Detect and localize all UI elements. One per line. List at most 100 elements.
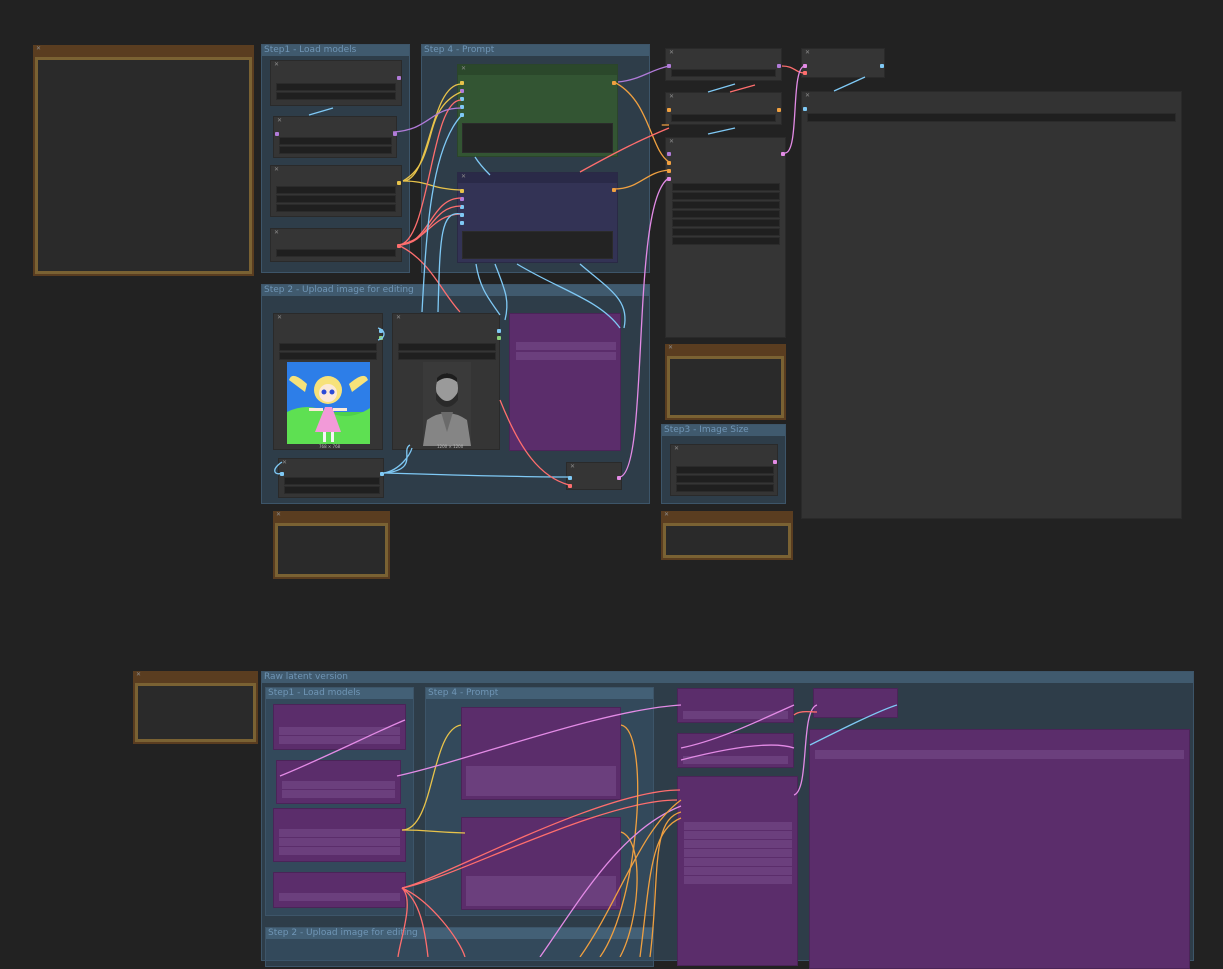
- node-field[interactable]: [684, 831, 792, 839]
- close-icon[interactable]: ✕: [669, 50, 674, 56]
- model-select[interactable]: [276, 83, 396, 91]
- close-icon[interactable]: ✕: [276, 512, 281, 518]
- save-image-node[interactable]: ✕: [801, 91, 1182, 519]
- width-field[interactable]: [676, 466, 774, 474]
- node-field[interactable]: [684, 849, 792, 857]
- muted-node-step2[interactable]: [509, 313, 621, 451]
- node-field[interactable]: [282, 790, 395, 798]
- lora-strength[interactable]: [279, 146, 392, 154]
- close-icon[interactable]: ✕: [669, 139, 674, 145]
- node-field[interactable]: [279, 838, 400, 846]
- close-icon[interactable]: ✕: [805, 50, 810, 56]
- output-socket[interactable]: [497, 336, 501, 340]
- empty-latent-node[interactable]: ✕: [670, 444, 778, 496]
- input-socket[interactable]: [667, 161, 671, 165]
- input-socket[interactable]: [803, 107, 807, 111]
- vae-loader-node[interactable]: ✕: [270, 228, 402, 262]
- upload-button[interactable]: [279, 352, 377, 360]
- output-socket[interactable]: [773, 460, 777, 464]
- close-icon[interactable]: ✕: [36, 46, 41, 52]
- raw-positive-prompt-node[interactable]: [461, 707, 621, 800]
- raw-clip-loader-node[interactable]: [273, 808, 406, 862]
- output-socket[interactable]: [777, 64, 781, 68]
- input-socket[interactable]: [803, 64, 807, 68]
- ksampler-node[interactable]: ✕: [665, 137, 786, 338]
- input-socket[interactable]: [460, 81, 464, 85]
- raw-load-lora-node[interactable]: [276, 760, 401, 804]
- filename-prefix-field[interactable]: [807, 113, 1176, 122]
- vae-select[interactable]: [276, 249, 396, 257]
- note-body[interactable]: [135, 683, 256, 742]
- node-field[interactable]: [279, 893, 400, 901]
- prompt-text[interactable]: [466, 876, 616, 906]
- input-socket[interactable]: [275, 132, 279, 136]
- load-lora-node[interactable]: ✕: [273, 116, 397, 158]
- input-socket[interactable]: [460, 213, 464, 217]
- output-socket[interactable]: [379, 329, 383, 333]
- close-icon[interactable]: ✕: [282, 460, 287, 466]
- node-field[interactable]: [683, 756, 788, 764]
- clip-select-3[interactable]: [276, 204, 396, 212]
- sampler-field[interactable]: [672, 219, 780, 227]
- close-icon[interactable]: ✕: [396, 315, 401, 321]
- node-field[interactable]: [683, 711, 788, 719]
- note-body[interactable]: [35, 57, 252, 274]
- output-socket[interactable]: [380, 472, 384, 476]
- clip-loader-node[interactable]: ✕: [270, 165, 402, 217]
- close-icon[interactable]: ✕: [277, 315, 282, 321]
- vae-encode-node[interactable]: ✕: [566, 462, 622, 490]
- input-socket[interactable]: [460, 189, 464, 193]
- input-socket[interactable]: [460, 97, 464, 101]
- node-field[interactable]: [516, 342, 616, 350]
- output-socket[interactable]: [777, 108, 781, 112]
- flux-guidance-node[interactable]: ✕: [665, 92, 782, 125]
- image-select[interactable]: [279, 343, 377, 351]
- group-raw-step2[interactable]: Step 2 - Upload image for editing: [265, 927, 654, 967]
- node-field[interactable]: [516, 352, 616, 360]
- node-field[interactable]: [282, 781, 395, 789]
- clip-select-1[interactable]: [276, 186, 396, 194]
- seed-field[interactable]: [672, 183, 780, 191]
- steps-field[interactable]: [672, 201, 780, 209]
- negative-prompt-text[interactable]: [462, 231, 613, 259]
- node-field[interactable]: [684, 858, 792, 866]
- note-node-left[interactable]: ✕: [33, 45, 254, 276]
- control-field[interactable]: [672, 192, 780, 200]
- lora-select[interactable]: [279, 137, 392, 145]
- scale-field-1[interactable]: [284, 477, 380, 485]
- clip-select-2[interactable]: [276, 195, 396, 203]
- node-field[interactable]: [684, 822, 792, 830]
- upload-button[interactable]: [398, 352, 496, 360]
- height-field[interactable]: [676, 475, 774, 483]
- scheduler-field[interactable]: [672, 228, 780, 236]
- note-node-bottom-2[interactable]: ✕: [661, 511, 793, 560]
- raw-vae-decode-node[interactable]: [813, 688, 898, 718]
- load-checkpoint-node[interactable]: ✕: [270, 60, 402, 106]
- output-socket[interactable]: [379, 336, 383, 340]
- node-field[interactable]: [671, 69, 776, 77]
- input-socket[interactable]: [568, 484, 572, 488]
- negative-prompt-node[interactable]: ✕: [457, 172, 618, 263]
- input-socket[interactable]: [460, 89, 464, 93]
- close-icon[interactable]: ✕: [274, 167, 279, 173]
- raw-negative-prompt-node[interactable]: [461, 817, 621, 910]
- node-field[interactable]: [279, 736, 400, 744]
- vae-decode-node[interactable]: ✕: [801, 48, 885, 78]
- node-field[interactable]: [671, 114, 776, 122]
- input-socket[interactable]: [460, 221, 464, 225]
- close-icon[interactable]: ✕: [570, 464, 575, 470]
- load-image-node-2[interactable]: ✕ 1200 × 1200: [392, 313, 501, 450]
- output-socket[interactable]: [612, 188, 616, 192]
- input-socket[interactable]: [667, 177, 671, 181]
- model-sampling-node[interactable]: ✕: [665, 48, 782, 81]
- output-socket[interactable]: [781, 152, 785, 156]
- raw-model-sampling-node[interactable]: [677, 688, 794, 723]
- input-socket[interactable]: [460, 113, 464, 117]
- positive-prompt-node[interactable]: ✕: [457, 64, 618, 157]
- raw-load-checkpoint-node[interactable]: [273, 704, 406, 750]
- scale-field-2[interactable]: [284, 486, 380, 494]
- image-select[interactable]: [398, 343, 496, 351]
- input-socket[interactable]: [460, 205, 464, 209]
- raw-flux-guidance-node[interactable]: [677, 733, 794, 768]
- output-socket[interactable]: [397, 244, 401, 248]
